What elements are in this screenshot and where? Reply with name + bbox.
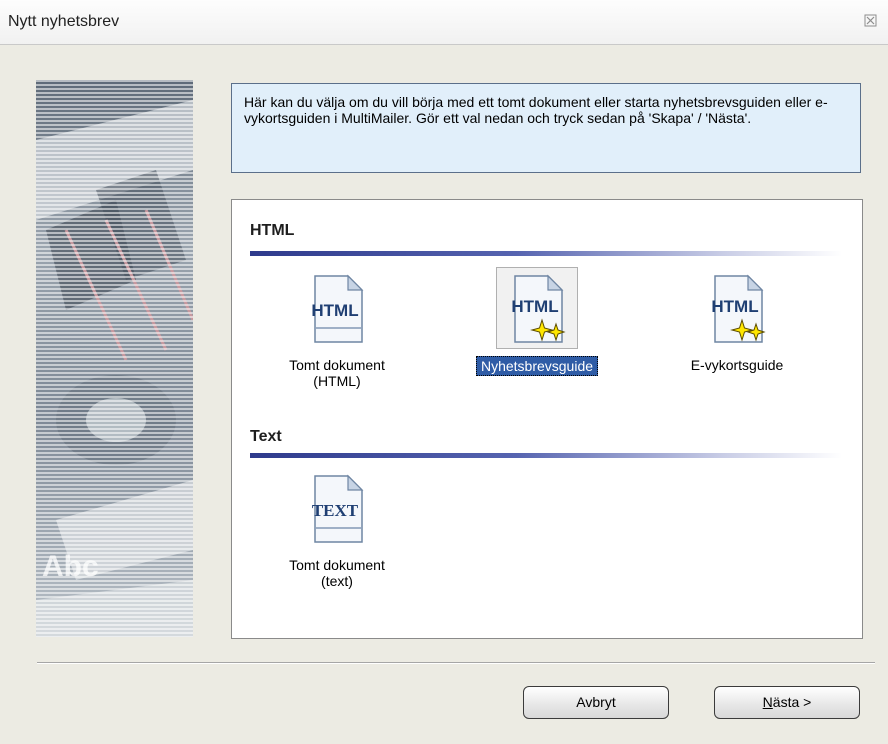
- icon-text: TEXT: [312, 501, 359, 520]
- icon-text: HTML: [311, 301, 358, 320]
- cancel-button-label: Avbryt: [576, 694, 616, 710]
- icon-text: HTML: [711, 297, 758, 316]
- section-title-html: HTML: [250, 222, 295, 239]
- item-label: E-vykortsguide: [690, 357, 784, 373]
- info-box: Här kan du välja om du vill börja med et…: [231, 83, 861, 173]
- item-label: Tomt dokument: [289, 357, 385, 373]
- html-wizard-icon: HTML: [496, 267, 578, 349]
- title-bar: Nytt nyhetsbrev: [0, 0, 888, 45]
- window-title: Nytt nyhetsbrev: [8, 13, 120, 30]
- next-button[interactable]: Nästa >: [714, 686, 860, 719]
- item-label-2: (HTML): [313, 373, 361, 389]
- side-banner-image: Abc: [36, 80, 193, 637]
- item-nyhetsbrevsguide[interactable]: HTML Nyhetsbrevsguide: [462, 267, 612, 376]
- icon-text: HTML: [511, 297, 558, 316]
- next-button-label: ästa >: [772, 694, 812, 710]
- text-document-icon: TEXT: [297, 468, 377, 548]
- cancel-button[interactable]: Avbryt: [523, 686, 669, 719]
- item-label: Tomt dokument: [289, 557, 385, 573]
- item-label-2: (text): [321, 573, 353, 589]
- next-button-mnemonic: N: [762, 694, 773, 710]
- footer-separator: [37, 662, 875, 664]
- item-e-vykortsguide[interactable]: HTML E-vykortsguide: [662, 268, 812, 374]
- html-wizard-icon: HTML: [697, 268, 777, 348]
- section-divider: [250, 251, 842, 256]
- info-text: Här kan du välja om du vill börja med et…: [244, 94, 828, 126]
- watermark-text: Abc: [42, 550, 99, 583]
- section-divider: [250, 453, 842, 458]
- section-title-text: Text: [250, 428, 282, 445]
- item-label: Nyhetsbrevsguide: [480, 358, 594, 374]
- item-tomt-dokument-text[interactable]: TEXT Tomt dokument (text): [262, 468, 412, 590]
- item-tomt-dokument-html[interactable]: HTML Tomt dokument (HTML): [262, 268, 412, 390]
- template-panel: HTML HTML Tomt dokument (HTML) HTML Nyhe…: [231, 199, 863, 639]
- html-document-icon: HTML: [297, 268, 377, 348]
- close-icon[interactable]: [860, 10, 882, 32]
